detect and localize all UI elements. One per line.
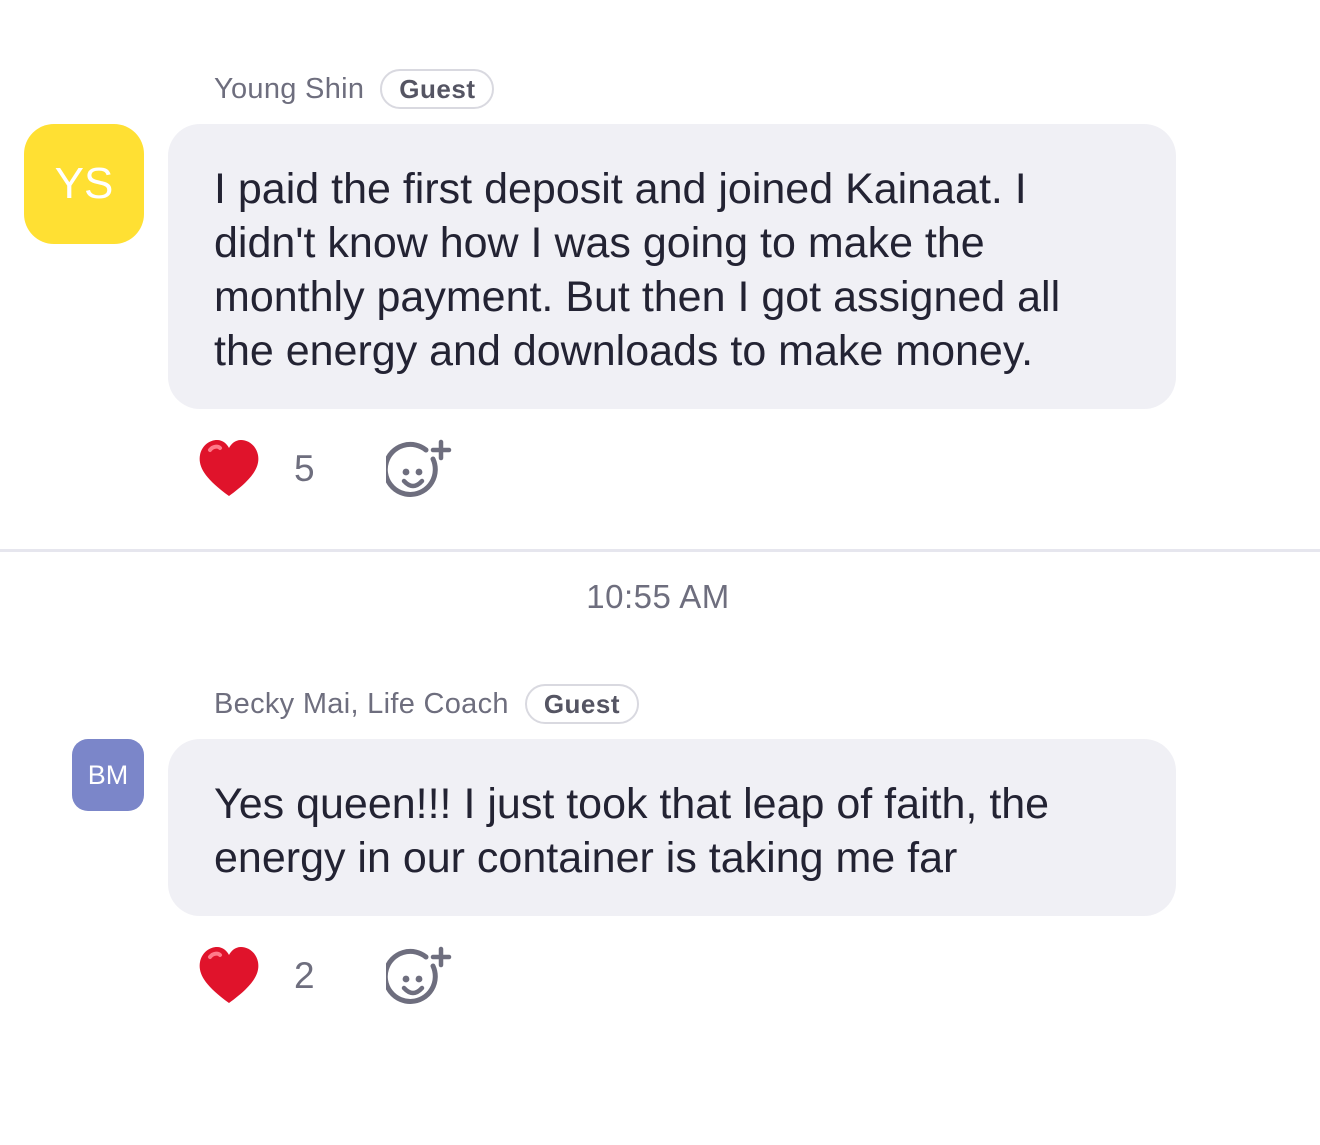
add-reaction-icon[interactable] [386, 436, 452, 502]
reaction-row: 5 [196, 429, 452, 509]
heart-icon[interactable] [196, 943, 262, 1009]
avatar[interactable]: BM [72, 739, 144, 811]
message-bubble[interactable]: Yes queen!!! I just took that leap of fa… [168, 739, 1176, 916]
sender-name[interactable]: Becky Mai, Life Coach [214, 688, 509, 721]
timestamp: 10:55 AM [586, 578, 730, 615]
message-1-header: Young Shin Guest [214, 67, 495, 111]
reaction-count: 2 [294, 955, 315, 996]
heart-icon[interactable] [196, 436, 262, 502]
reaction-row: 2 [196, 936, 452, 1016]
message-bubble[interactable]: I paid the first deposit and joined Kain… [168, 124, 1176, 409]
avatar-initials: BM [87, 759, 129, 790]
message-2-header: Becky Mai, Life Coach Guest [214, 682, 640, 726]
guest-badge: Guest [524, 684, 640, 724]
divider [0, 549, 1320, 552]
reaction-count: 5 [294, 448, 315, 489]
sender-name[interactable]: Young Shin [214, 73, 364, 106]
avatar-initials: YS [54, 159, 114, 208]
guest-badge: Guest [380, 69, 495, 109]
add-reaction-icon[interactable] [386, 943, 452, 1009]
avatar[interactable]: YS [24, 124, 144, 244]
